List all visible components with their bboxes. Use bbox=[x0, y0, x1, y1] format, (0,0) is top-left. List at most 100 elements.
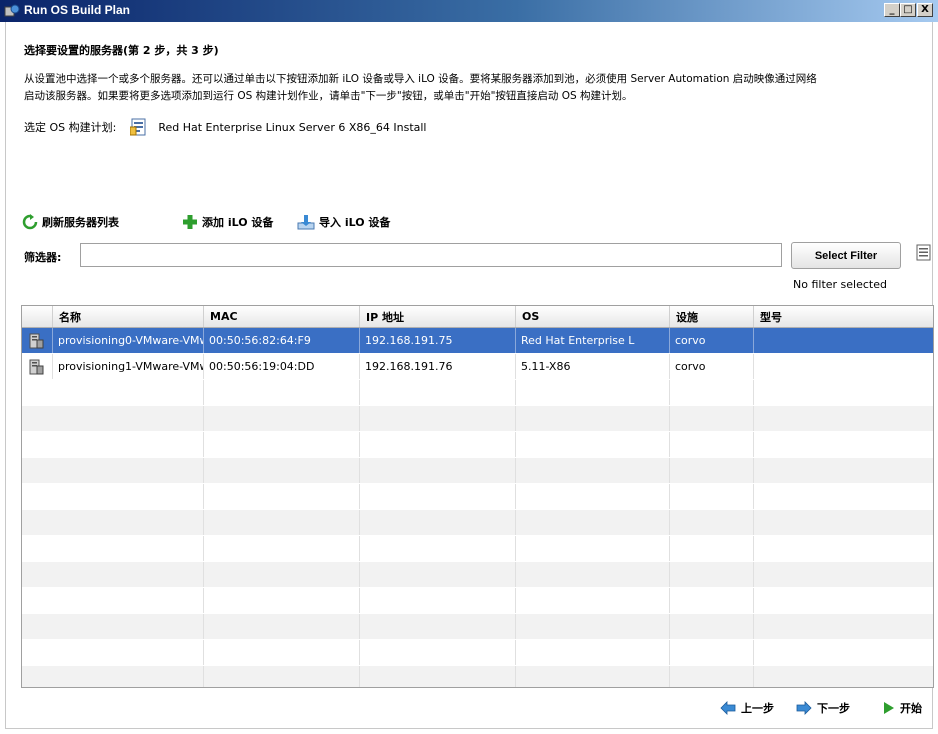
empty-cell bbox=[360, 536, 516, 561]
empty-cell bbox=[670, 432, 754, 457]
empty-cell bbox=[516, 562, 670, 587]
app-icon bbox=[4, 4, 20, 17]
empty-cell bbox=[204, 666, 360, 687]
next-step-button[interactable]: 下一步 bbox=[796, 700, 850, 716]
column-header-facility[interactable]: 设施 bbox=[670, 306, 754, 327]
empty-row bbox=[22, 484, 933, 509]
cell-name: provisioning1-VMware-VMware bbox=[53, 354, 204, 379]
empty-cell bbox=[754, 458, 933, 483]
empty-cell bbox=[754, 406, 933, 431]
server-icon bbox=[22, 328, 53, 353]
select-filter-button[interactable]: Select Filter bbox=[791, 242, 901, 269]
refresh-server-list-link[interactable]: 刷新服务器列表 bbox=[22, 214, 119, 230]
empty-cell bbox=[53, 432, 204, 457]
empty-cell bbox=[670, 640, 754, 665]
empty-row bbox=[22, 432, 933, 457]
play-icon bbox=[884, 702, 894, 714]
empty-cell bbox=[360, 562, 516, 587]
empty-cell bbox=[53, 536, 204, 561]
refresh-label: 刷新服务器列表 bbox=[42, 216, 119, 229]
empty-cell bbox=[516, 536, 670, 561]
prev-step-label: 上一步 bbox=[741, 702, 774, 715]
description-line-1: 从设置池中选择一个或多个服务器。还可以通过单击以下按钮添加新 iLO 设备或导入… bbox=[24, 73, 817, 85]
next-step-label: 下一步 bbox=[817, 702, 850, 715]
empty-cell bbox=[754, 510, 933, 535]
start-label: 开始 bbox=[900, 702, 922, 715]
table-row[interactable]: provisioning0-VMware-VMware00:50:56:82:6… bbox=[22, 328, 933, 353]
empty-cell bbox=[53, 640, 204, 665]
empty-row bbox=[22, 380, 933, 405]
empty-cell bbox=[53, 510, 204, 535]
column-header-ip[interactable]: IP 地址 bbox=[360, 306, 516, 327]
start-button[interactable]: 开始 bbox=[883, 700, 922, 716]
table-row[interactable]: provisioning1-VMware-VMware00:50:56:19:0… bbox=[22, 354, 933, 379]
cell-ip: 192.168.191.76 bbox=[360, 354, 516, 379]
empty-cell bbox=[516, 458, 670, 483]
cell-os: Red Hat Enterprise L bbox=[516, 328, 670, 353]
cell-mac: 00:50:56:82:64:F9 bbox=[204, 328, 360, 353]
prev-step-button[interactable]: 上一步 bbox=[720, 700, 774, 716]
cell-mac: 00:50:56:19:04:DD bbox=[204, 354, 360, 379]
import-icon bbox=[297, 215, 315, 230]
step-heading: 选择要设置的服务器(第 2 步，共 3 步) bbox=[24, 44, 219, 57]
filter-label: 筛选器: bbox=[24, 251, 62, 264]
empty-cell bbox=[754, 614, 933, 639]
empty-cell bbox=[360, 640, 516, 665]
empty-cell bbox=[670, 666, 754, 687]
column-header-name[interactable]: 名称 bbox=[53, 306, 204, 327]
empty-cell bbox=[516, 484, 670, 509]
empty-cell bbox=[670, 614, 754, 639]
empty-cell bbox=[360, 406, 516, 431]
empty-cell bbox=[53, 406, 204, 431]
empty-cell bbox=[53, 588, 204, 613]
empty-cell bbox=[360, 484, 516, 509]
empty-cell bbox=[204, 458, 360, 483]
empty-cell bbox=[53, 380, 204, 405]
empty-row bbox=[22, 640, 933, 665]
empty-cell bbox=[754, 536, 933, 561]
maximize-button[interactable]: □ bbox=[900, 3, 916, 17]
empty-cell bbox=[670, 510, 754, 535]
empty-row bbox=[22, 510, 933, 535]
close-button[interactable]: X bbox=[917, 3, 933, 17]
filter-input[interactable] bbox=[80, 243, 782, 267]
empty-cell bbox=[670, 536, 754, 561]
cell-model bbox=[754, 354, 933, 379]
column-header-mac[interactable]: MAC bbox=[204, 306, 360, 327]
empty-row bbox=[22, 588, 933, 613]
window-title: Run OS Build Plan bbox=[24, 3, 131, 17]
add-ilo-label: 添加 iLO 设备 bbox=[202, 216, 274, 229]
empty-cell bbox=[670, 380, 754, 405]
empty-cell bbox=[516, 614, 670, 639]
column-header-model[interactable]: 型号 bbox=[754, 306, 933, 327]
empty-cell bbox=[754, 588, 933, 613]
add-ilo-link[interactable]: 添加 iLO 设备 bbox=[182, 214, 273, 230]
empty-cell bbox=[516, 380, 670, 405]
icon-column-header bbox=[22, 306, 53, 327]
empty-cell bbox=[754, 432, 933, 457]
empty-cell bbox=[53, 458, 204, 483]
minimize-button[interactable]: _ bbox=[884, 3, 900, 17]
cell-name: provisioning0-VMware-VMware bbox=[53, 328, 204, 353]
plus-icon bbox=[183, 215, 197, 229]
empty-cell bbox=[754, 484, 933, 509]
server-table: 名称 MAC IP 地址 OS 设施 型号 provisioning0-VMwa… bbox=[21, 305, 934, 688]
empty-row bbox=[22, 406, 933, 431]
empty-cell bbox=[360, 432, 516, 457]
empty-cell bbox=[754, 380, 933, 405]
empty-cell bbox=[516, 406, 670, 431]
empty-cell bbox=[53, 484, 204, 509]
empty-cell bbox=[360, 458, 516, 483]
build-plan-label: 选定 OS 构建计划: bbox=[24, 121, 117, 134]
filter-status: No filter selected bbox=[793, 278, 887, 291]
empty-cell bbox=[204, 588, 360, 613]
filter-details-icon[interactable] bbox=[916, 244, 932, 262]
empty-row bbox=[22, 458, 933, 483]
import-ilo-label: 导入 iLO 设备 bbox=[319, 216, 391, 229]
empty-cell bbox=[754, 640, 933, 665]
column-header-os[interactable]: OS bbox=[516, 306, 670, 327]
import-ilo-link[interactable]: 导入 iLO 设备 bbox=[297, 214, 390, 230]
empty-cell bbox=[516, 640, 670, 665]
cell-facility: corvo bbox=[670, 328, 754, 353]
cell-model bbox=[754, 328, 933, 353]
